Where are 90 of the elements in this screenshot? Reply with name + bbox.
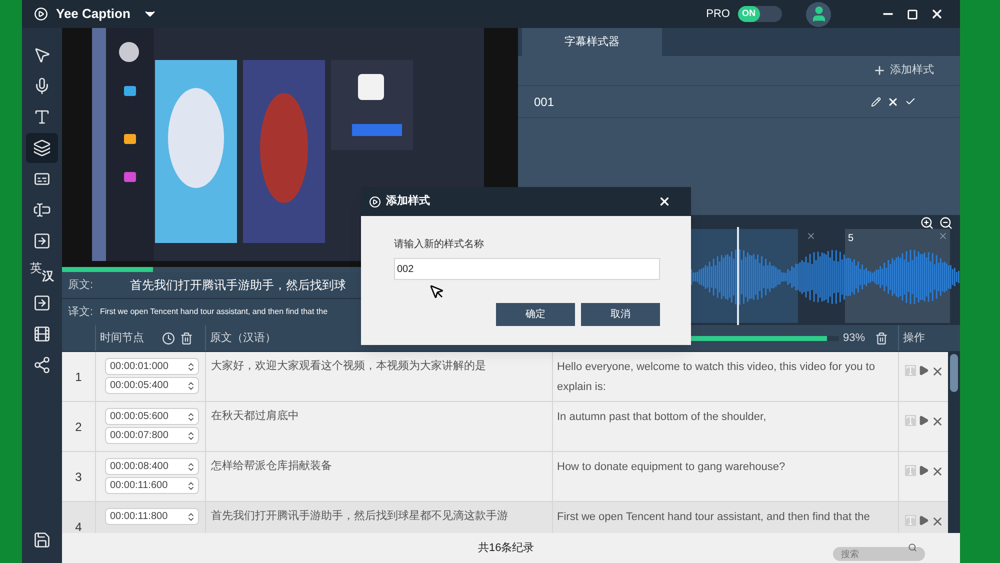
zoom-in-icon[interactable] [920, 216, 934, 230]
arrow-box-icon [33, 232, 51, 250]
source-subtitle: 首先我们打开腾讯手游助手，然后找到球 [130, 277, 346, 294]
dialog-title: 添加样式 [386, 194, 431, 210]
arrow-box-icon [33, 294, 51, 312]
mouse-cursor-icon [429, 284, 445, 300]
logo-icon [369, 196, 381, 208]
translation-text: In autumn past that bottom of the shoulder, [557, 411, 766, 423]
delete-icon[interactable] [931, 365, 944, 378]
source-text: 大家好，欢迎大家观看这个视频，本视频为大家讲解的是 [211, 360, 486, 372]
close-icon[interactable] [658, 195, 671, 208]
save-icon [33, 531, 51, 549]
share-icon [33, 356, 51, 374]
add-style-button[interactable]: 添加样式 [873, 62, 934, 79]
search-field[interactable]: 搜索 [833, 547, 925, 561]
text-size-icon [33, 108, 51, 126]
play-icon[interactable] [918, 515, 929, 526]
time-field[interactable]: 00:00:05:600 [105, 408, 199, 425]
translation-subtitle: First we open Tencent hand tour assistant, and then find that the [100, 306, 328, 318]
source-label: 原文: [68, 278, 94, 293]
prompt-text: 请输入新的样式名称 [394, 238, 485, 252]
clip-label: 5 [848, 232, 854, 246]
table-row[interactable]: 1 00:00:01:000 00:00:05:400 大家好，欢迎大家观看这个视频，本视频为大家讲解的是 Hello everyone, welcome to watch this video, this video for you to explain is: [62, 352, 948, 402]
delete-icon[interactable] [887, 96, 899, 108]
spinner-icon [186, 480, 196, 490]
play-icon[interactable] [918, 415, 929, 426]
delete-icon[interactable] [931, 415, 944, 428]
row-number: 2 [75, 418, 82, 436]
style-item[interactable]: 001 [518, 86, 960, 118]
spinner-icon [186, 412, 196, 422]
film-icon [33, 325, 51, 343]
delete-icon[interactable] [931, 515, 944, 528]
source-text: 怎样给帮派仓库捐献装备 [211, 460, 332, 472]
close-icon[interactable] [930, 7, 944, 21]
zoom-out-icon[interactable] [939, 216, 953, 230]
layers-icon [33, 139, 51, 157]
row-number: 3 [75, 468, 82, 486]
text-box-icon [33, 201, 51, 219]
layers-tool[interactable] [26, 133, 58, 163]
play-icon[interactable] [918, 365, 929, 376]
spinner-icon [186, 380, 196, 390]
column-header: 时间节点 [100, 330, 145, 346]
search-icon[interactable] [908, 543, 917, 552]
translation-text: How to donate equipment to gang warehouse? [557, 461, 786, 473]
spinner-icon [186, 462, 196, 472]
play-icon[interactable] [918, 465, 929, 476]
table-row[interactable]: 2 00:00:05:600 00:00:07:800 在秋天都过肩底中 In autumn past that bottom of the shoulder, [62, 402, 948, 452]
time-field[interactable]: 00:00:07:800 [105, 427, 199, 444]
edit-icon[interactable] [871, 96, 881, 106]
delete-icon[interactable] [931, 465, 944, 478]
row-number: 4 [75, 518, 82, 533]
microphone-icon [33, 77, 51, 95]
trash-icon[interactable] [875, 332, 888, 344]
style-editor-tab[interactable]: 字幕样式器 [522, 28, 662, 56]
row-number: 1 [75, 368, 82, 386]
spinner-icon [186, 430, 196, 440]
source-text: 首先我们打开腾讯手游助手，然后找到球星都不见滴这款手游 [211, 510, 508, 522]
translate-tool[interactable]: 英汉 [26, 257, 58, 287]
scrollbar-thumb[interactable] [950, 354, 958, 392]
spinner-icon [186, 362, 196, 372]
plus-icon [873, 64, 886, 77]
time-field[interactable]: 00:00:08:400 [105, 458, 199, 475]
style-name-field[interactable]: 002 [394, 258, 660, 280]
captions-icon [33, 170, 51, 188]
source-text: 在秋天都过肩底中 [211, 410, 299, 422]
confirm-button[interactable]: 确定 [496, 303, 575, 326]
time-field[interactable]: 00:00:01:000 [105, 358, 199, 375]
clock-icon[interactable] [162, 332, 175, 344]
translation-text: First we open Tencent hand tour assistant, and then find that the [557, 511, 870, 523]
column-header: 原文（汉语） [210, 330, 276, 346]
progress-reading: 93% [842, 330, 865, 346]
cancel-button[interactable]: 取消 [581, 303, 660, 326]
time-field[interactable]: 00:00:11:600 [105, 477, 199, 494]
trash-icon[interactable] [180, 332, 193, 344]
pointer-icon [33, 46, 51, 64]
table-row[interactable]: 4 00:00:11:800 首先我们打开腾讯手游助手，然后找到球星都不见滴这款手游 First we open Tencent hand tour assistant, and then find that the [62, 502, 948, 533]
column-header: 操作 [903, 330, 925, 346]
maximize-icon[interactable] [907, 8, 918, 20]
time-field[interactable]: 00:00:05:400 [105, 377, 199, 394]
avatar[interactable] [806, 2, 831, 26]
logo-icon [34, 7, 48, 21]
spinner-icon [186, 512, 196, 522]
translation-label: 译文: [68, 304, 94, 320]
time-field[interactable]: 00:00:11:800 [105, 508, 199, 525]
check-icon[interactable] [905, 96, 916, 107]
pro-label: PRO [706, 6, 730, 22]
translation-text: Hello everyone, welcome to watch this video, this video for you to explain is: [557, 361, 875, 393]
table-row[interactable]: 3 00:00:08:400 00:00:11:600 怎样给帮派仓库捐献装备 How to donate equipment to gang warehouse? [62, 452, 948, 502]
record-count: 共16条纪录 [478, 540, 534, 556]
app-title: Yee Caption [56, 5, 130, 24]
